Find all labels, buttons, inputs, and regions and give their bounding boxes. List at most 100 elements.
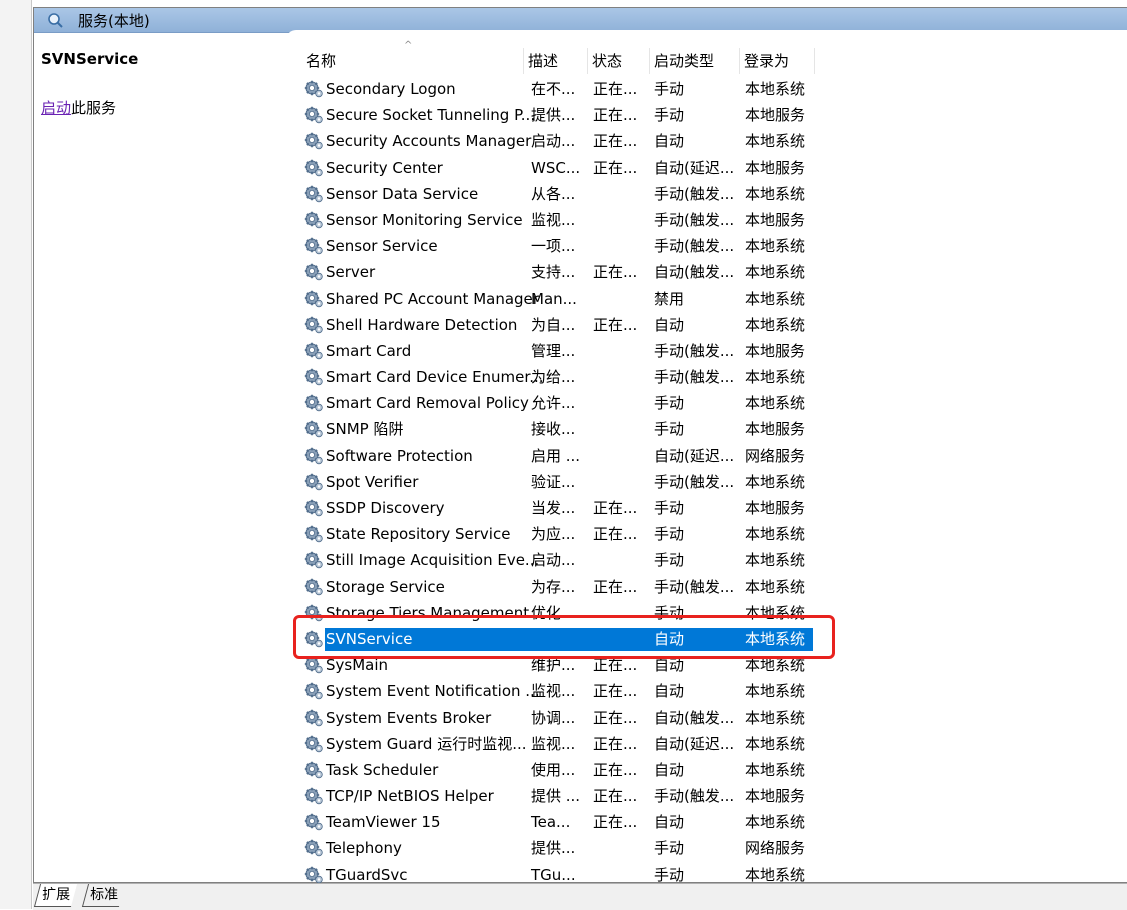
service-name: Smart Card Device Enumer... (326, 368, 544, 387)
service-row[interactable]: Storage Service 为存... 正在... 手动(触发... 本地系统 (34, 574, 1127, 600)
service-gear-icon (304, 682, 324, 700)
service-startup-type: 手动(触发... (654, 210, 735, 229)
service-gear-icon (304, 578, 324, 596)
service-row[interactable]: Software Protection 启用 ... 自动(延迟... 网络服务 (34, 443, 1127, 469)
service-description: 接收... (531, 420, 576, 439)
service-row[interactable]: TCP/IP NetBIOS Helper 提供 ... 正在... 手动(触发...… (34, 783, 1127, 809)
service-gear-icon (304, 211, 324, 229)
service-row[interactable]: TeamViewer 15 Tea... 正在... 自动 本地系统 (34, 809, 1127, 835)
service-logon-as: 本地系统 (745, 629, 806, 648)
column-header-logon-as[interactable]: 登录为 (740, 48, 815, 74)
service-row[interactable]: System Events Broker 协调... 正在... 自动(触发... 本地… (34, 705, 1127, 731)
service-description: 提供... (531, 106, 576, 125)
service-name: Security Accounts Manager (326, 132, 532, 151)
service-status: 正在... (593, 760, 638, 779)
service-row[interactable]: Security Accounts Manager 启动... 正在... 自动 本地系… (34, 128, 1127, 154)
service-logon-as: 本地服务 (745, 210, 806, 229)
service-gear-icon (304, 473, 324, 491)
service-startup-type: 自动(触发... (654, 708, 735, 727)
service-startup-type: 手动(触发... (654, 787, 735, 806)
service-gear-icon (304, 132, 324, 150)
service-status: 正在... (593, 787, 638, 806)
service-logon-as: 本地系统 (745, 315, 806, 334)
column-header-startup-type[interactable]: 启动类型 (650, 48, 740, 74)
service-gear-icon (304, 263, 324, 281)
service-gear-icon (304, 342, 324, 360)
service-row[interactable]: Shell Hardware Detection 为自... 正在... 自动 本地系统 (34, 312, 1127, 338)
service-description: 监视... (531, 682, 576, 701)
service-row[interactable]: State Repository Service 为应... 正在... 手动 本地系统 (34, 521, 1127, 547)
service-row[interactable]: Sensor Data Service 从各... 手动(触发... 本地系统 (34, 181, 1127, 207)
service-row[interactable]: Secondary Logon 在不... 正在... 手动 本地系统 (34, 76, 1127, 102)
service-row[interactable]: Smart Card Device Enumer... 为给... 手动(触发...… (34, 364, 1127, 390)
service-description: WSC... (531, 158, 581, 177)
service-description: 提供... (531, 839, 576, 858)
service-status: 正在... (593, 132, 638, 151)
service-row[interactable]: System Event Notification ... 监视... 正在... 自… (34, 678, 1127, 704)
service-row[interactable]: SVNService 自动 本地系统 (34, 626, 1127, 652)
service-description: 启用 ... (531, 446, 581, 465)
service-row[interactable]: SNMP 陷阱 接收... 手动 本地服务 (34, 416, 1127, 442)
service-row[interactable]: Telephony 提供... 手动 网络服务 (34, 835, 1127, 861)
service-startup-type: 手动(触发... (654, 368, 735, 387)
search-icon (48, 13, 63, 28)
service-description: 为应... (531, 525, 576, 544)
tab-extended[interactable]: 扩展 (33, 884, 78, 907)
service-startup-type: 手动 (654, 839, 685, 858)
service-description: 为存... (531, 577, 576, 596)
service-status: 正在... (593, 158, 638, 177)
service-logon-as: 本地系统 (745, 132, 806, 151)
service-description: Man... (531, 289, 577, 308)
service-row[interactable]: Spot Verifier 验证... 手动(触发... 本地系统 (34, 469, 1127, 495)
service-gear-icon (304, 499, 324, 517)
service-logon-as: 本地服务 (745, 158, 806, 177)
service-row[interactable]: Security Center WSC... 正在... 自动(延迟... 本地服务 (34, 155, 1127, 181)
service-row[interactable]: Smart Card 管理... 手动(触发... 本地服务 (34, 338, 1127, 364)
tab-standard[interactable]: 标准 (81, 884, 126, 907)
service-row[interactable]: Sensor Service 一项... 手动(触发... 本地系统 (34, 233, 1127, 259)
service-row[interactable]: System Guard 运行时监视... 监视... 正在... 自动(延迟... 本… (34, 731, 1127, 757)
service-description: 优化... (531, 603, 576, 622)
service-gear-icon (304, 735, 324, 753)
service-row[interactable]: Smart Card Removal Policy 允许... 手动 本地系统 (34, 390, 1127, 416)
service-name: SNMP 陷阱 (326, 420, 404, 439)
service-gear-icon (304, 709, 324, 727)
service-row[interactable]: Still Image Acquisition Eve... 启动... 手动 本地系… (34, 547, 1127, 573)
service-logon-as: 本地系统 (745, 577, 806, 596)
service-status: 正在... (593, 656, 638, 675)
column-header-status[interactable]: 状态 (588, 48, 650, 74)
service-row[interactable]: Task Scheduler 使用... 正在... 自动 本地系统 (34, 757, 1127, 783)
service-description: 使用... (531, 760, 576, 779)
service-logon-as: 本地系统 (745, 813, 806, 832)
service-row[interactable]: SSDP Discovery 当发... 正在... 手动 本地服务 (34, 495, 1127, 521)
service-startup-type: 手动 (654, 499, 685, 517)
service-name: SVNService (326, 629, 413, 648)
service-name: Server (326, 263, 376, 282)
service-description: 启动... (531, 551, 576, 570)
service-name: SSDP Discovery (326, 499, 445, 517)
service-row[interactable]: Storage Tiers Management 优化... 手动 本地系统 (34, 600, 1127, 626)
service-name: System Guard 运行时监视... (326, 734, 527, 753)
service-startup-type: 手动(触发... (654, 237, 735, 256)
column-header-name[interactable]: 名称 (302, 48, 524, 74)
service-startup-type: 自动(触发... (654, 263, 735, 282)
service-logon-as: 本地服务 (745, 106, 806, 125)
service-startup-type: 手动(触发... (654, 184, 735, 203)
service-row[interactable]: SysMain 维护... 正在... 自动 本地系统 (34, 652, 1127, 678)
service-gear-icon (304, 394, 324, 412)
service-row[interactable]: Server 支持... 正在... 自动(触发... 本地系统 (34, 259, 1127, 285)
service-gear-icon (304, 630, 324, 648)
service-row[interactable]: Shared PC Account Manager Man... 禁用 本地系统 (34, 286, 1127, 312)
service-startup-type: 自动 (654, 760, 685, 779)
service-gear-icon (304, 604, 324, 622)
service-row[interactable]: Sensor Monitoring Service 监视... 手动(触发... 本地… (34, 207, 1127, 233)
service-logon-as: 本地系统 (745, 80, 806, 98)
service-name: Storage Service (326, 577, 445, 596)
service-gear-icon (304, 447, 324, 465)
column-header-description[interactable]: 描述 (524, 48, 588, 74)
service-startup-type: 自动 (654, 132, 685, 151)
service-description: 管理... (531, 341, 576, 360)
service-startup-type: 自动 (654, 656, 685, 675)
service-row[interactable]: Secure Socket Tunneling P... 提供... 正在... 手动… (34, 102, 1127, 128)
service-logon-as: 本地系统 (745, 525, 806, 544)
